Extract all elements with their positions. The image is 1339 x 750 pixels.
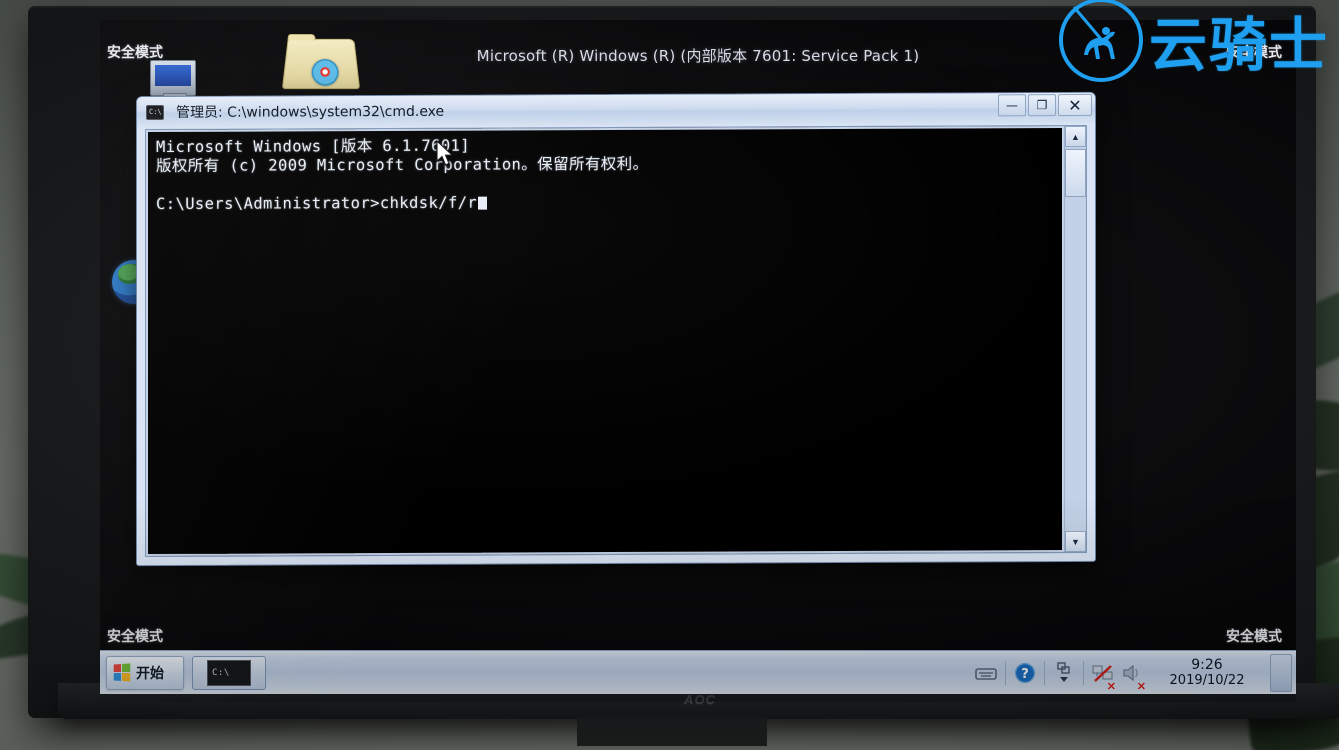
system-tray: ? ✕ ✕ 9:26 2019/10/22 [971, 651, 1296, 695]
help-icon[interactable]: ? [1010, 651, 1040, 695]
monitor-stand [577, 716, 767, 746]
monitor: 安全模式 安全模式 安全模式 安全模式 Microsoft (R) Window… [28, 6, 1339, 746]
close-button[interactable]: ✕ [1058, 93, 1092, 117]
clock[interactable]: 9:26 2019/10/22 [1148, 651, 1266, 695]
show-desktop-button[interactable] [1270, 653, 1292, 692]
scrollbar-thumb[interactable] [1065, 148, 1086, 198]
taskbar[interactable]: 开始 C:\ ? ✕ ✕ 9:26 2019/10/22 [100, 650, 1296, 694]
cmd-title-bar[interactable]: C:\ 管理员: C:\windows\system32\cmd.exe — ❐… [137, 92, 1095, 128]
taskbar-item-cmd[interactable]: C:\ [192, 655, 266, 690]
tray-separator [1044, 660, 1045, 685]
console-command: chkdsk/f/r [379, 193, 478, 213]
cmd-body: Microsoft Windows [版本 6.1.7601] 版权所有 (c)… [145, 124, 1087, 558]
cmd-icon: C:\ [207, 659, 251, 686]
network-error-badge: ✕ [1106, 680, 1116, 693]
windows-build-caption: Microsoft (R) Windows (R) (内部版本 7601: Se… [476, 47, 920, 65]
monitor-brand-logo: AOC [684, 692, 716, 707]
start-button[interactable]: 开始 [106, 655, 184, 690]
folder-tab [287, 33, 316, 41]
screen: 安全模式 安全模式 安全模式 安全模式 Microsoft (R) Window… [100, 20, 1296, 702]
console-output[interactable]: Microsoft Windows [版本 6.1.7601] 版权所有 (c)… [146, 126, 1064, 557]
start-button-label: 开始 [136, 665, 164, 682]
mouse-cursor-icon [436, 140, 454, 166]
scroll-down-arrow-icon[interactable]: ▼ [1065, 530, 1086, 553]
photo-scene: 安全模式 安全模式 安全模式 安全模式 Microsoft (R) Window… [0, 0, 1339, 750]
safe-mode-label-bottom-left: 安全模式 [107, 629, 163, 645]
scrollbar-track[interactable] [1065, 146, 1086, 532]
minimize-button[interactable]: — [998, 94, 1026, 117]
scroll-up-arrow-icon[interactable]: ▲ [1065, 125, 1086, 148]
taskbar-items: C:\ [192, 655, 266, 690]
console-scrollbar[interactable]: ▲ ▼ [1064, 125, 1086, 553]
console-prompt-line: C:\Users\Administrator>chkdsk/f/r [156, 191, 1054, 214]
tray-separator [1005, 660, 1006, 685]
maximize-button[interactable]: ❐ [1028, 94, 1056, 117]
console-prompt: C:\Users\Administrator> [156, 194, 380, 214]
clock-date: 2019/10/22 [1169, 672, 1245, 688]
keyboard-icon[interactable] [971, 651, 1001, 695]
show-hidden-icons-icon[interactable] [1049, 651, 1079, 695]
cmd-window-title: 管理员: C:\windows\system32\cmd.exe [176, 103, 445, 121]
clock-time: 9:26 [1191, 656, 1223, 673]
safe-mode-label-bottom-right: 安全模式 [1226, 629, 1282, 645]
cmd-window[interactable]: C:\ 管理员: C:\windows\system32\cmd.exe — ❐… [136, 91, 1096, 567]
volume-muted-icon[interactable]: ✕ [1118, 651, 1148, 695]
windows-logo-icon [113, 662, 132, 682]
svg-text:?: ? [1021, 667, 1029, 682]
tray-separator [1083, 660, 1084, 685]
window-controls: — ❐ ✕ [998, 93, 1092, 117]
cmd-app-icon: C:\ [146, 104, 164, 120]
volume-mute-badge: ✕ [1136, 680, 1146, 693]
text-cursor [478, 196, 488, 210]
network-disconnected-icon[interactable]: ✕ [1088, 651, 1118, 695]
